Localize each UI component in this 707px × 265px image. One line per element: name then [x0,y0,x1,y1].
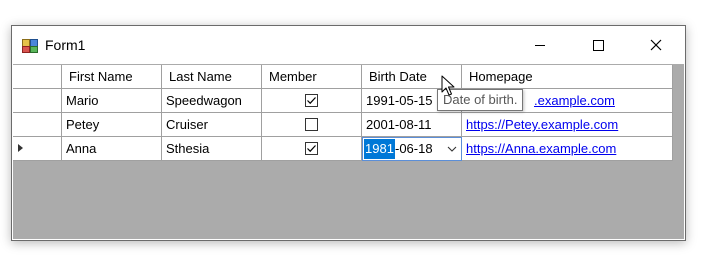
cell-last-name[interactable]: Speedwagon [162,89,262,113]
member-checkbox[interactable] [305,142,318,155]
homepage-link[interactable]: https://Petey.example.com [466,117,618,132]
cell-last-name[interactable]: Cruiser [162,113,262,137]
minimize-button[interactable] [517,26,563,64]
title-bar[interactable]: Form1 [12,26,685,64]
cell-first-name[interactable]: Petey [62,113,162,137]
grid-scroll-strip [673,64,684,239]
check-icon [307,145,316,153]
column-header-last-name[interactable]: Last Name [162,65,262,89]
close-button[interactable] [633,26,679,64]
mouse-cursor-icon [441,75,455,96]
top-left-header-cell[interactable] [13,65,62,89]
member-checkbox[interactable] [305,94,318,107]
current-row-arrow-icon [18,144,23,152]
minimize-icon [535,45,545,46]
window-title: Form1 [45,37,86,53]
maximize-icon [593,40,604,51]
birth-date-picker[interactable]: 1981 -06-18 [362,137,462,161]
cell-member[interactable] [262,113,362,137]
close-icon [650,39,662,51]
maximize-button[interactable] [575,26,621,64]
column-header-homepage[interactable]: Homepage [462,65,673,89]
table-row[interactable]: Anna Sthesia 1981 -06-18 https://Anna.ex… [13,137,673,161]
row-header[interactable] [13,113,62,137]
member-checkbox[interactable] [305,118,318,131]
cell-homepage[interactable]: https://Petey.example.com [462,113,673,137]
cell-birth-date[interactable]: 2001-08-11 [362,113,462,137]
cell-homepage[interactable]: https://Anna.example.com [462,137,673,161]
date-year-selected[interactable]: 1981 [364,139,395,159]
cell-member[interactable] [262,89,362,113]
check-icon [307,97,316,105]
row-header[interactable] [13,89,62,113]
data-grid[interactable]: First Name Last Name Member Birth Date H… [13,64,684,239]
chevron-down-icon[interactable] [445,142,459,156]
column-header-row: First Name Last Name Member Birth Date H… [13,65,673,89]
form-window: Form1 First Name Last Name Member Birth … [11,25,686,241]
date-month-day[interactable]: -06-18 [395,139,433,159]
cell-last-name[interactable]: Sthesia [162,137,262,161]
column-header-first-name[interactable]: First Name [62,65,162,89]
column-header-member[interactable]: Member [262,65,362,89]
table-row[interactable]: Mario Speedwagon 1991-05-15 .example.com [13,89,673,113]
row-header[interactable] [13,137,62,161]
cell-member[interactable] [262,137,362,161]
app-icon [22,39,38,53]
cell-first-name[interactable]: Anna [62,137,162,161]
homepage-link[interactable]: https://Anna.example.com [466,141,616,156]
cell-first-name[interactable]: Mario [62,89,162,113]
table-row[interactable]: Petey Cruiser 2001-08-11 https://Petey.e… [13,113,673,137]
